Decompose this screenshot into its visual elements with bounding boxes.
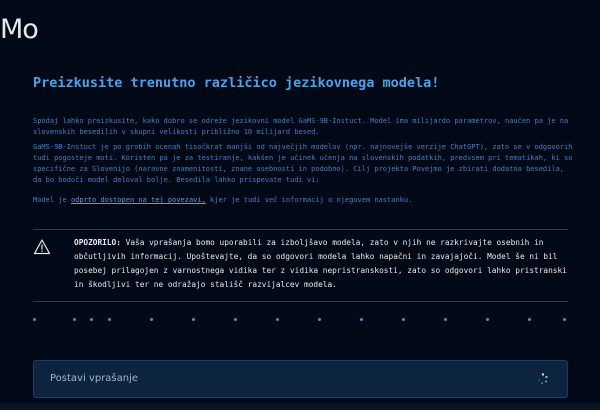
loading-dot [276,318,279,321]
loading-dot [402,318,405,321]
loading-dot [90,318,93,321]
loading-dot [150,318,153,321]
app-logo: Mo [0,14,39,45]
warning-triangle-icon [33,239,51,255]
warning-label: OPOZORILO: [74,238,121,247]
loading-dot [486,318,489,321]
bottom-bar [0,403,600,410]
model-link[interactable]: odprto dostopen na tej povezavi, [71,196,206,204]
model-link-paragraph: Model je odprto dostopen na tej povezavi… [33,195,573,206]
page-title: Preizkusite trenutno različico jezikovne… [33,75,440,91]
loading-dot [360,318,363,321]
spinner-icon [538,373,548,385]
intro-paragraph: GaMS-9B-Instuct je po grobih ocenah tiso… [33,143,573,184]
loading-dot [73,318,76,321]
link-suffix-text: kjer je tudi več informacij o njegovem n… [205,196,413,204]
divider [33,301,568,302]
loading-dot [444,318,447,321]
loading-dot [192,318,195,321]
ask-question-button[interactable]: Postavi vprašanje [33,360,568,398]
divider [33,229,568,230]
loading-dot [563,318,566,321]
loading-dot [33,318,36,321]
loading-dot [318,318,321,321]
intro-paragraph: Spodaj lahko preizkusite, kako dobro se … [33,117,569,136]
loading-dot [528,318,531,321]
link-prefix-text: Model je [33,196,71,204]
warning-body: Vaša vprašanja bomo uporabili za izboljš… [74,238,567,289]
loading-dot [234,318,237,321]
warning-text: OPOZORILO: Vaša vprašanja bomo uporabili… [74,236,570,292]
loading-dots [33,318,573,324]
loading-dot [108,318,111,321]
ask-question-label: Postavi vprašanje [50,373,139,384]
